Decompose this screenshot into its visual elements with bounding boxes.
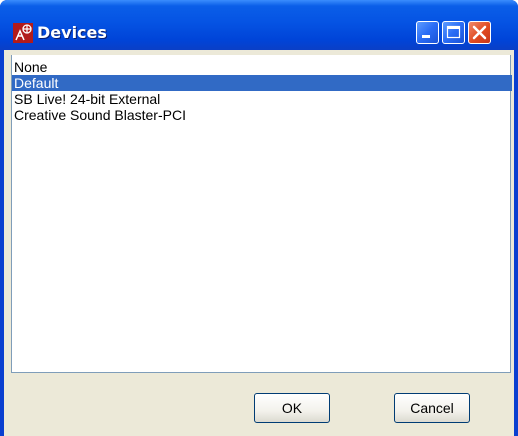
list-item-default[interactable]: Default bbox=[12, 75, 512, 91]
minimize-button[interactable] bbox=[416, 21, 439, 44]
dialog-client-area: None Default SB Live! 24-bit External Cr… bbox=[4, 50, 514, 436]
minimize-icon bbox=[422, 35, 430, 38]
list-item-creative-pci[interactable]: Creative Sound Blaster-PCI bbox=[12, 107, 512, 123]
close-icon bbox=[472, 25, 487, 40]
title-bar[interactable]: Devices bbox=[0, 0, 518, 50]
list-item-none[interactable]: None bbox=[12, 59, 512, 75]
maximize-icon bbox=[446, 25, 461, 39]
app-icon bbox=[13, 23, 33, 43]
ok-button[interactable]: OK bbox=[254, 393, 330, 423]
close-button[interactable] bbox=[468, 21, 491, 44]
window-title: Devices bbox=[37, 23, 107, 42]
maximize-button[interactable] bbox=[442, 21, 465, 44]
devices-window: Devices None Default SB Live! 24-bit Ext… bbox=[0, 0, 518, 436]
cancel-button[interactable]: Cancel bbox=[394, 393, 470, 423]
list-item-sb-live[interactable]: SB Live! 24-bit External bbox=[12, 91, 512, 107]
device-list[interactable]: None Default SB Live! 24-bit External Cr… bbox=[11, 55, 512, 373]
